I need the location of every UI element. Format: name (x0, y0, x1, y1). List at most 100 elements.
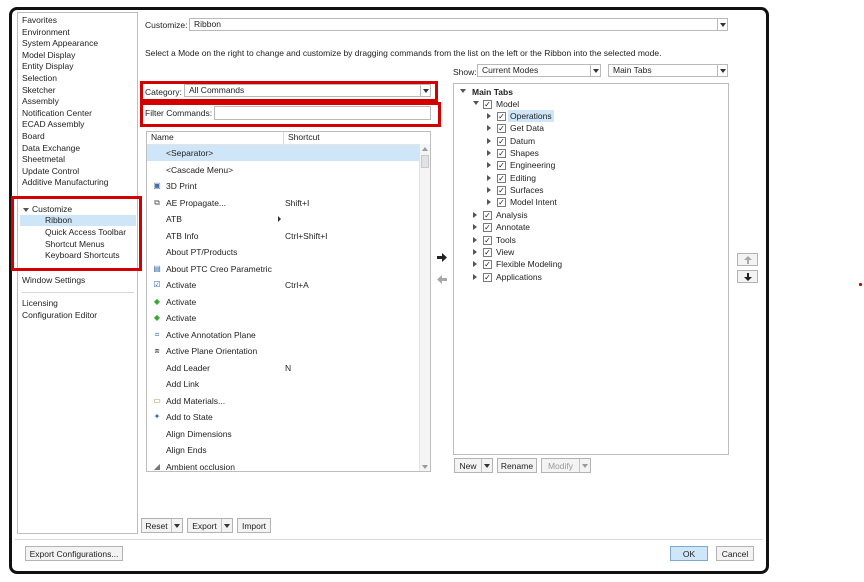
sidebar-item-licensing[interactable]: Licensing (22, 298, 58, 310)
sidebar-item-ecad-assembly[interactable]: ECAD Assembly (22, 119, 84, 131)
scroll-down-icon[interactable] (420, 462, 430, 471)
command-row[interactable]: ⧈ Active Plane Orientation (147, 343, 419, 359)
sidebar-item-additive-manufacturing[interactable]: Additive Manufacturing (22, 177, 108, 189)
cancel-button[interactable]: Cancel (716, 546, 754, 561)
chevron-down-icon[interactable] (171, 519, 182, 532)
sidebar-item-keyboard-shortcuts[interactable]: Keyboard Shortcuts (45, 250, 120, 262)
sidebar-item-board[interactable]: Board (22, 131, 45, 143)
expand-icon[interactable] (487, 125, 491, 132)
expand-icon[interactable] (487, 186, 491, 193)
tree-node-main-tabs[interactable]: Main Tabs (460, 86, 540, 98)
checkbox-icon[interactable]: ✓ (483, 235, 492, 245)
sidebar-item-assembly[interactable]: Assembly (22, 96, 59, 108)
collapse-icon[interactable] (460, 89, 466, 93)
command-row[interactable]: ☑ Activate Ctrl+A (147, 277, 419, 293)
tree-node-surfaces[interactable]: ✓ Surfaces (487, 184, 587, 196)
sidebar-item-notification-center[interactable]: Notification Center (22, 108, 92, 120)
new-button[interactable]: New (454, 458, 493, 473)
customize-select[interactable]: Ribbon (189, 18, 728, 31)
command-row[interactable]: ▭ Add Materials... (147, 393, 419, 409)
command-row[interactable]: <Separator> (147, 145, 419, 161)
command-row[interactable]: ▣ 3D Print (147, 178, 419, 194)
tree-node-flexible-modeling[interactable]: ✓ Flexible Modeling (473, 258, 583, 270)
command-row[interactable]: ◆ Activate (147, 310, 419, 326)
expand-icon[interactable] (473, 261, 477, 268)
command-row[interactable]: Align Dimensions (147, 426, 419, 442)
expand-icon[interactable] (473, 212, 477, 218)
command-row[interactable]: ✦ Add to State (147, 409, 419, 425)
expand-icon[interactable] (487, 174, 491, 181)
expand-icon[interactable] (473, 248, 477, 255)
sidebar-item-data-exchange[interactable]: Data Exchange (22, 143, 80, 155)
sidebar-item-window-settings[interactable]: Window Settings (22, 275, 85, 287)
remove-from-ribbon-arrow-icon[interactable] (437, 274, 447, 284)
tree-node-applications[interactable]: ✓ Applications (473, 271, 583, 283)
scroll-up-icon[interactable] (420, 144, 430, 153)
checkbox-icon[interactable]: ✓ (483, 247, 492, 257)
chevron-down-icon[interactable] (590, 65, 600, 76)
command-row[interactable]: ▤ About PTC Creo Parametric (147, 261, 419, 277)
modify-button[interactable]: Modify (541, 458, 591, 473)
ok-button[interactable]: OK (670, 546, 708, 561)
checkbox-icon[interactable]: ✓ (483, 223, 492, 233)
customize-collapse-icon[interactable] (23, 208, 29, 212)
tree-node-datum[interactable]: ✓ Datum (487, 135, 587, 147)
tree-node-model-intent[interactable]: ✓ Model Intent (487, 196, 587, 208)
expand-icon[interactable] (473, 236, 477, 243)
import-button[interactable]: Import (237, 518, 271, 533)
command-row[interactable]: ◢ Ambient occlusion (147, 459, 419, 472)
checkbox-icon[interactable]: ✓ (497, 198, 506, 208)
checkbox-icon[interactable]: ✓ (483, 272, 492, 282)
show-mode-select[interactable]: Current Modes (477, 64, 601, 77)
command-row[interactable]: ◆ Activate (147, 294, 419, 310)
command-list-scrollbar[interactable] (419, 144, 430, 471)
sidebar-item-quick-access-toolbar[interactable]: Quick Access Toolbar (45, 227, 126, 239)
sidebar-item-environment[interactable]: Environment (22, 27, 70, 39)
expand-icon[interactable] (487, 113, 491, 119)
tree-node-get-data[interactable]: ✓ Get Data (487, 122, 587, 134)
checkbox-icon[interactable]: ✓ (497, 185, 506, 195)
command-row[interactable]: Align Ends (147, 442, 419, 458)
command-row[interactable]: About PT/Products (147, 244, 419, 260)
tree-node-model[interactable]: ✓ Model (473, 98, 553, 110)
sidebar-item-selection[interactable]: Selection (22, 73, 57, 85)
rename-button[interactable]: Rename (497, 458, 537, 473)
checkbox-icon[interactable]: ✓ (497, 148, 506, 158)
expand-icon[interactable] (473, 273, 477, 280)
scroll-thumb[interactable] (421, 155, 429, 168)
tree-node-shapes[interactable]: ✓ Shapes (487, 147, 587, 159)
sidebar-item-update-control[interactable]: Update Control (22, 166, 79, 178)
tree-node-engineering[interactable]: ✓ Engineering (487, 159, 587, 171)
sidebar-item-model-display[interactable]: Model Display (22, 50, 75, 62)
export-configurations-button[interactable]: Export Configurations... (25, 546, 123, 561)
collapse-icon[interactable] (473, 101, 479, 105)
expand-icon[interactable] (487, 162, 491, 169)
checkbox-icon[interactable]: ✓ (483, 260, 492, 270)
checkbox-icon[interactable]: ✓ (483, 100, 492, 109)
chevron-down-icon[interactable] (717, 65, 727, 76)
command-row[interactable]: ATB (147, 211, 419, 227)
command-list[interactable]: Name Shortcut <Separator> <Cascade Menu> ▣… (146, 131, 431, 472)
checkbox-icon[interactable]: ✓ (497, 136, 506, 146)
command-row[interactable]: ⌗ Active Annotation Plane (147, 327, 419, 343)
command-row[interactable]: Add Link (147, 376, 419, 392)
chevron-down-icon[interactable] (717, 19, 727, 30)
chevron-down-icon[interactable] (481, 459, 492, 472)
tree-node-tools[interactable]: ✓ Tools (473, 234, 583, 246)
tree-node-editing[interactable]: ✓ Editing (487, 172, 587, 184)
tree-node-analysis[interactable]: ✓ Analysis (473, 209, 583, 221)
add-to-ribbon-arrow-icon[interactable] (437, 252, 447, 262)
chevron-down-icon[interactable] (221, 519, 232, 532)
command-row[interactable]: ⧉ AE Propagate... Shift+I (147, 195, 419, 211)
ribbon-tree[interactable]: Main Tabs ✓ Model ✓ Operations ✓ Get Data ✓ D… (453, 83, 729, 455)
sidebar-item-ribbon[interactable]: Ribbon (45, 215, 72, 227)
filter-commands-input[interactable] (214, 106, 431, 120)
checkbox-icon[interactable]: ✓ (497, 173, 506, 183)
sidebar-item-configuration-editor[interactable]: Configuration Editor (22, 310, 97, 322)
column-header-shortcut[interactable]: Shortcut (288, 132, 320, 144)
export-button[interactable]: Export (187, 518, 233, 533)
reset-button[interactable]: Reset (141, 518, 183, 533)
sidebar-item-system-appearance[interactable]: System Appearance (22, 38, 98, 50)
move-up-button[interactable] (737, 253, 758, 266)
command-row[interactable]: ATB Info Ctrl+Shift+I (147, 228, 419, 244)
